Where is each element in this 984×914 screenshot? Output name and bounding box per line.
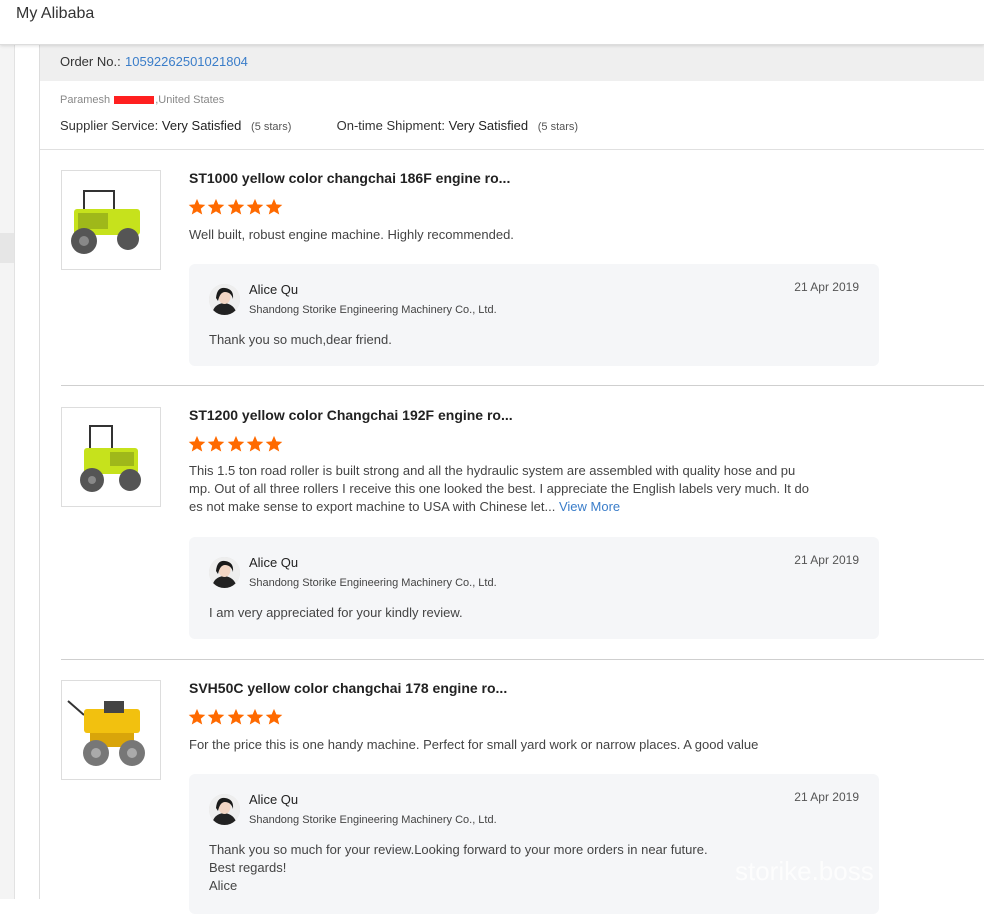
watermark: storike.boss bbox=[735, 856, 874, 886]
star-icon bbox=[188, 198, 206, 216]
supplier-service-value: Very Satisfied bbox=[161, 118, 242, 133]
reply-message: I am very appreciated for your kindly re… bbox=[209, 605, 463, 620]
star-icon bbox=[207, 198, 225, 216]
review-text-line: mp. Out of all three rollers I receive t… bbox=[189, 481, 809, 496]
product-title[interactable]: ST1000 yellow color changchai 186F engin… bbox=[189, 170, 510, 186]
product-thumbnail[interactable] bbox=[61, 170, 161, 270]
reply-company: Shandong Storike Engineering Machinery C… bbox=[249, 304, 497, 316]
reply-author: Alice Qu bbox=[249, 555, 299, 570]
product-title[interactable]: SVH50C yellow color changchai 178 engine… bbox=[189, 680, 507, 696]
review-text-line: es not make sense to export machine to U… bbox=[189, 499, 556, 514]
rating-stars bbox=[188, 198, 284, 218]
left-sidebar bbox=[0, 45, 15, 899]
star-icon bbox=[265, 198, 283, 216]
page-title: My Alibaba bbox=[16, 5, 95, 22]
shipment-value: Very Satisfied bbox=[448, 118, 529, 133]
order-bar: Order No.: 1059226250102180​4 bbox=[40, 45, 984, 81]
rating-stars bbox=[188, 435, 284, 455]
buyer-country: ,United States bbox=[155, 94, 225, 106]
review-text: Well built, robust engine machine. Highl… bbox=[189, 227, 514, 242]
buyer-name: Paramesh bbox=[60, 94, 114, 106]
road-roller-image bbox=[62, 681, 160, 779]
reply-message: Thank you so much,dear friend. bbox=[209, 332, 392, 347]
product-thumbnail[interactable] bbox=[61, 680, 161, 780]
order-ratings: Supplier Service: Very Satisfied (5 star… bbox=[60, 118, 578, 133]
product-title[interactable]: ST1200 yellow color Changchai 192F engin… bbox=[189, 407, 513, 423]
star-icon bbox=[246, 198, 264, 216]
reply-date: 21 Apr 2019 bbox=[794, 790, 859, 804]
star-icon bbox=[265, 708, 283, 726]
supplier-reply: Alice Qu Shandong Storike Engineering Ma… bbox=[189, 264, 879, 366]
road-roller-image bbox=[62, 171, 160, 269]
order-number-label: Order No.: bbox=[60, 54, 121, 69]
avatar bbox=[209, 557, 240, 588]
reply-company: Shandong Storike Engineering Machinery C… bbox=[249, 577, 497, 589]
redacted-name-mark bbox=[114, 96, 155, 105]
star-icon bbox=[265, 435, 283, 453]
supplier-service-stars: (5 stars) bbox=[251, 121, 292, 133]
review-text: This 1.5 ton road roller is built strong… bbox=[189, 462, 834, 516]
star-icon bbox=[207, 435, 225, 453]
star-icon bbox=[188, 708, 206, 726]
star-icon bbox=[188, 435, 206, 453]
review-divider bbox=[61, 659, 984, 660]
reply-message-line: Alice bbox=[209, 878, 238, 893]
shipment-label: On-time Shipment: bbox=[336, 118, 445, 133]
reply-date: 21 Apr 2019 bbox=[794, 553, 859, 567]
sidebar-selected-item[interactable] bbox=[0, 233, 14, 263]
order-number-link[interactable]: 1059226250102180​4 bbox=[125, 54, 248, 69]
avatar bbox=[209, 284, 240, 315]
star-icon bbox=[246, 708, 264, 726]
review-panel: Order No.: 1059226250102180​4 Paramesh ,… bbox=[39, 45, 984, 914]
view-more-link[interactable]: View More bbox=[559, 499, 620, 514]
avatar bbox=[209, 794, 240, 825]
road-roller-image bbox=[62, 408, 160, 506]
supplier-reply: Alice Qu Shandong Storike Engineering Ma… bbox=[189, 537, 879, 639]
star-icon bbox=[227, 708, 245, 726]
product-thumbnail[interactable] bbox=[61, 407, 161, 507]
star-icon bbox=[227, 198, 245, 216]
reply-author: Alice Qu bbox=[249, 792, 299, 807]
reply-message: Thank you so much for your review.Lookin… bbox=[209, 841, 708, 895]
star-icon bbox=[246, 435, 264, 453]
buyer-info: Paramesh ,United States bbox=[60, 94, 224, 106]
reply-message-line: Best regards! bbox=[209, 860, 287, 875]
reply-date: 21 Apr 2019 bbox=[794, 280, 859, 294]
rating-stars bbox=[188, 708, 284, 728]
top-header: My Alibaba bbox=[0, 0, 984, 45]
review-text-line: This 1.5 ton road roller is built strong… bbox=[189, 463, 796, 478]
star-icon bbox=[227, 435, 245, 453]
shipment-stars: (5 stars) bbox=[537, 121, 579, 133]
reply-author: Alice Qu bbox=[249, 282, 299, 297]
supplier-reply: Alice Qu Shandong Storike Engineering Ma… bbox=[189, 774, 879, 914]
divider bbox=[40, 149, 984, 150]
supplier-service-label: Supplier Service: bbox=[60, 118, 159, 133]
review-text: For the price this is one handy machine.… bbox=[189, 737, 759, 752]
star-icon bbox=[207, 708, 225, 726]
review-divider bbox=[61, 385, 984, 386]
reply-message-line: Thank you so much for your review.Lookin… bbox=[209, 842, 708, 857]
reply-company: Shandong Storike Engineering Machinery C… bbox=[249, 814, 497, 826]
